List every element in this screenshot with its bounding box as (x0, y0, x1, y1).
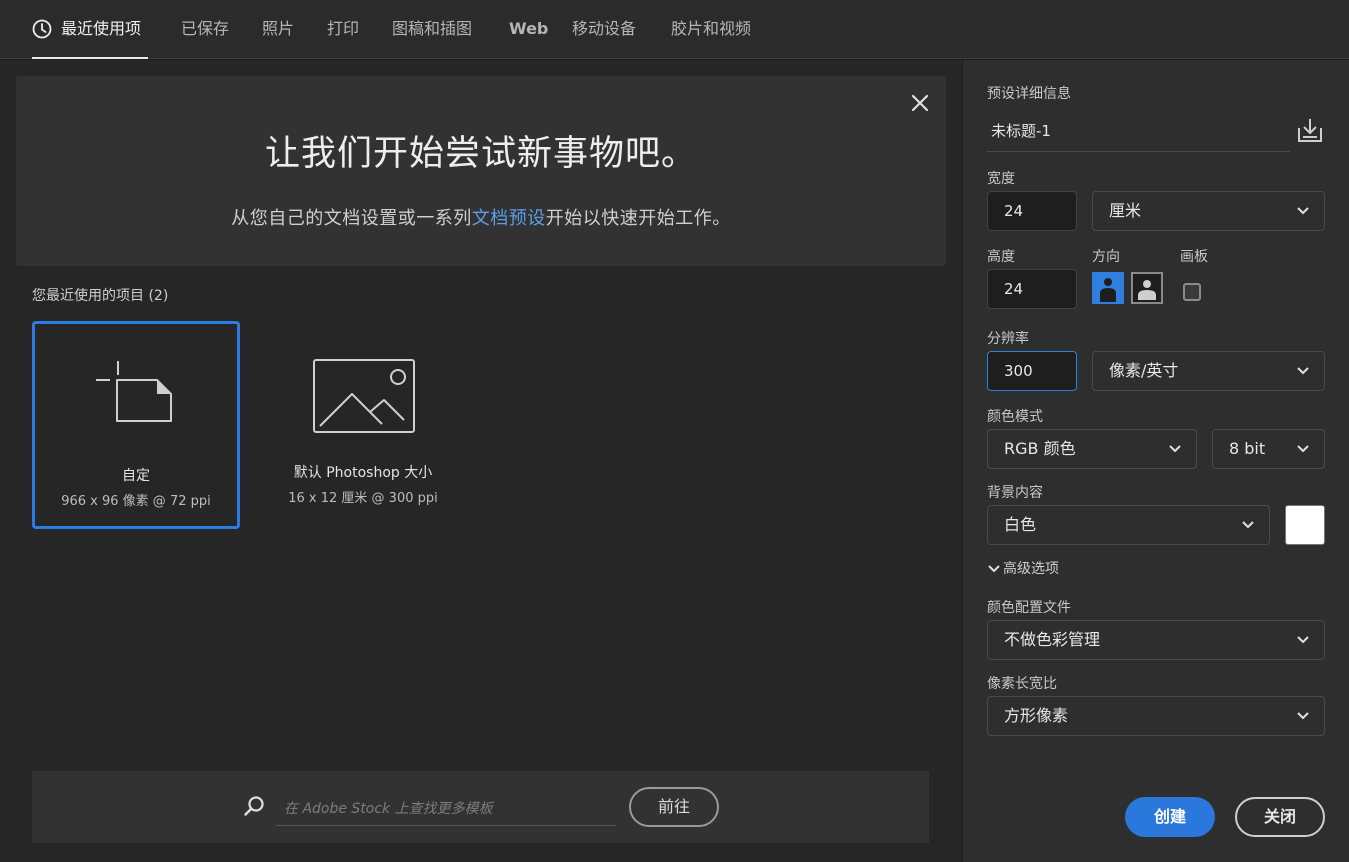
tab-film-video[interactable]: 胶片和视频 (671, 0, 751, 59)
chevron-down-icon (1297, 636, 1309, 644)
document-presets-link[interactable]: 文档预设 (472, 208, 546, 229)
artboard-checkbox[interactable] (1183, 283, 1201, 301)
search-icon (244, 796, 264, 816)
banner-sub-text: 从您自己的文档设置或一系列 (231, 208, 472, 229)
tab-recent[interactable]: 最近使用项 (32, 0, 148, 59)
orientation-label: 方向 (1092, 249, 1120, 265)
recent-item-name: 自定 (122, 468, 150, 484)
chevron-down-icon (1169, 445, 1181, 453)
color-profile-select[interactable]: 不做色彩管理 (987, 620, 1325, 660)
stock-search-input[interactable] (276, 792, 616, 826)
recent-items-heading: 您最近使用的项目 (2) (32, 288, 169, 304)
tab-saved[interactable]: 已保存 (181, 0, 229, 59)
recent-item-name: 默认 Photoshop 大小 (293, 465, 433, 481)
chevron-down-icon (1297, 207, 1309, 215)
left-panel: 让我们开始尝试新事物吧。 从您自己的文档设置或一系列文档预设开始以快速开始工作。… (0, 60, 962, 862)
chevron-down-icon (1242, 521, 1254, 529)
bit-depth-select[interactable]: 8 bit (1212, 429, 1325, 469)
preset-details-panel: 预设详细信息 未标题-1 宽度 24 厘米 高度 方向 画板 24 分辨率 30… (963, 60, 1349, 862)
recent-item-default-photoshop[interactable]: 默认 Photoshop 大小 16 x 12 厘米 @ 300 ppi (259, 321, 467, 529)
background-color-swatch[interactable] (1285, 505, 1325, 545)
tab-art-illustration[interactable]: 图稿和插图 (392, 0, 472, 59)
recent-item-custom[interactable]: 自定 966 x 96 像素 @ 72 ppi (32, 321, 240, 529)
top-tab-bar: 最近使用项 已保存 照片 打印 图稿和插图 Web 移动设备 胶片和视频 (0, 0, 1349, 59)
landscape-orientation-button[interactable] (1131, 272, 1163, 304)
save-preset-icon[interactable] (1296, 116, 1324, 144)
select-value: 像素/英寸 (1109, 361, 1179, 380)
image-icon (313, 359, 415, 433)
go-button[interactable]: 前往 (629, 787, 719, 827)
close-icon[interactable] (910, 93, 930, 113)
height-input[interactable]: 24 (987, 269, 1077, 309)
pixel-aspect-label: 像素长宽比 (987, 676, 1057, 692)
select-value: RGB 颜色 (1004, 439, 1076, 458)
stock-search-bar: 前往 (32, 771, 929, 843)
tab-web[interactable]: Web (509, 0, 548, 59)
color-profile-label: 颜色配置文件 (987, 600, 1071, 616)
custom-document-icon (96, 361, 172, 422)
portrait-person-icon (1100, 278, 1116, 302)
close-button[interactable]: 关闭 (1235, 797, 1325, 837)
advanced-options-toggle[interactable]: 高级选项 (987, 558, 1059, 578)
background-select[interactable]: 白色 (987, 505, 1270, 545)
chevron-down-icon (1297, 367, 1309, 375)
chevron-down-icon (1297, 712, 1309, 720)
artboard-label: 画板 (1180, 249, 1208, 265)
landscape-person-icon (1138, 280, 1156, 300)
resolution-unit-select[interactable]: 像素/英寸 (1092, 351, 1325, 391)
chevron-down-icon (1297, 445, 1309, 453)
welcome-banner: 让我们开始尝试新事物吧。 从您自己的文档设置或一系列文档预设开始以快速开始工作。 (16, 76, 946, 266)
tab-mobile[interactable]: 移动设备 (572, 0, 636, 59)
tab-print[interactable]: 打印 (327, 0, 359, 59)
create-button[interactable]: 创建 (1125, 797, 1215, 837)
clock-icon (32, 19, 52, 39)
banner-subtitle: 从您自己的文档设置或一系列文档预设开始以快速开始工作。 (16, 204, 946, 230)
color-mode-select[interactable]: RGB 颜色 (987, 429, 1197, 469)
recent-item-meta: 966 x 96 像素 @ 72 ppi (61, 494, 211, 509)
advanced-options-label: 高级选项 (1003, 561, 1059, 577)
banner-title: 让我们开始尝试新事物吧。 (264, 134, 697, 174)
width-input[interactable]: 24 (987, 191, 1077, 231)
select-value: 厘米 (1109, 201, 1142, 220)
chevron-down-icon (988, 565, 1000, 573)
tab-photo[interactable]: 照片 (262, 0, 294, 59)
width-label: 宽度 (987, 171, 1015, 187)
pixel-aspect-select[interactable]: 方形像素 (987, 696, 1325, 736)
background-label: 背景内容 (987, 485, 1043, 501)
width-unit-select[interactable]: 厘米 (1092, 191, 1325, 231)
select-value: 方形像素 (1004, 706, 1069, 725)
resolution-input[interactable]: 300 (987, 351, 1077, 391)
recent-item-meta: 16 x 12 厘米 @ 300 ppi (288, 491, 438, 506)
preset-details-heading: 预设详细信息 (987, 86, 1071, 102)
portrait-orientation-button[interactable] (1092, 272, 1124, 304)
select-value: 8 bit (1229, 439, 1266, 458)
color-mode-label: 颜色模式 (987, 409, 1043, 425)
select-value: 不做色彩管理 (1004, 630, 1101, 649)
banner-sub-text: 开始以快速开始工作。 (545, 208, 731, 229)
height-label: 高度 (987, 249, 1015, 265)
select-value: 白色 (1004, 515, 1037, 534)
preset-name-field[interactable]: 未标题-1 (987, 112, 1290, 152)
resolution-label: 分辨率 (987, 331, 1029, 347)
